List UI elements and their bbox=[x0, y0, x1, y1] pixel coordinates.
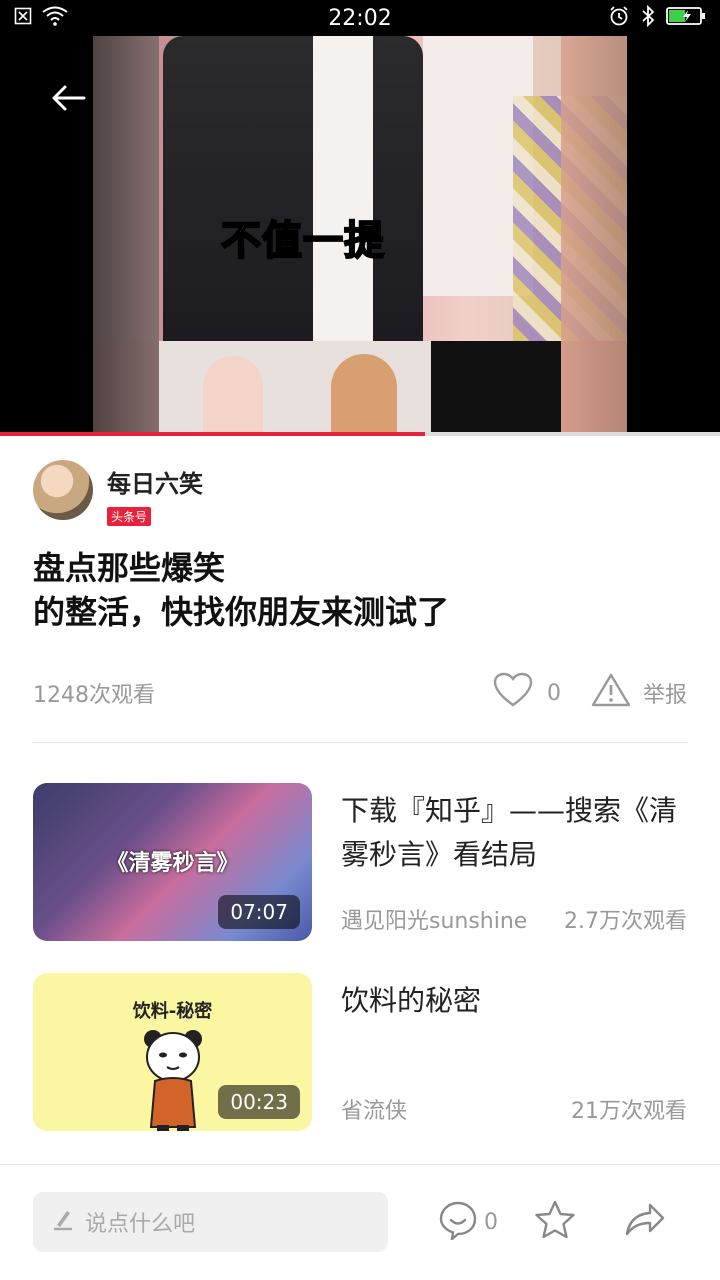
status-bar: 22:02 bbox=[0, 0, 720, 36]
warning-icon bbox=[591, 672, 631, 714]
bottom-bar-divider bbox=[0, 1164, 720, 1165]
star-icon bbox=[534, 1200, 576, 1244]
video-dark-panel bbox=[431, 341, 561, 432]
video-title: 盘点那些爆笑 的整活，快找你朋友来测试了 bbox=[33, 546, 693, 634]
back-arrow-icon bbox=[50, 84, 86, 116]
related-video-title[interactable]: 下载『知乎』——搜索《清雾秒言》看结局 bbox=[341, 789, 687, 877]
section-divider bbox=[33, 742, 687, 743]
video-blur-left bbox=[93, 36, 159, 432]
related-video-thumbnail[interactable]: 《清雾秒言》 07:07 bbox=[33, 783, 312, 941]
video-face-left bbox=[203, 356, 263, 432]
pen-icon bbox=[51, 1207, 75, 1237]
view-count: 1248次观看 bbox=[33, 683, 155, 708]
author-badge: 头条号 bbox=[107, 507, 152, 526]
close-notification-icon bbox=[14, 7, 32, 29]
video-caption: 不值一提 bbox=[220, 217, 385, 265]
video-duration: 00:23 bbox=[218, 1085, 300, 1119]
share-icon bbox=[624, 1202, 666, 1242]
comment-button[interactable]: 0 bbox=[438, 1200, 498, 1244]
heart-icon bbox=[493, 672, 533, 714]
like-button[interactable]: 0 bbox=[493, 672, 591, 714]
video-frame[interactable]: 不值一提 bbox=[93, 36, 627, 432]
related-video-views: 21万次观看 bbox=[571, 1099, 687, 1124]
report-button[interactable]: 举报 bbox=[591, 672, 687, 714]
back-button[interactable] bbox=[44, 76, 92, 124]
video-title-line2: 的整活，快找你朋友来测试了 bbox=[33, 593, 450, 631]
panda-meme-illustration bbox=[144, 1030, 202, 1131]
favorite-button[interactable] bbox=[534, 1200, 576, 1244]
video-scarf bbox=[313, 36, 373, 341]
video-progress-fill bbox=[0, 432, 425, 436]
related-video-item[interactable]: 饮料-秘密 00:23 饮料的秘密 省流侠 21万次观看 bbox=[33, 973, 687, 1131]
related-video-views: 2.7万次观看 bbox=[564, 909, 687, 934]
alarm-icon bbox=[608, 5, 630, 31]
comment-placeholder: 说点什么吧 bbox=[85, 1212, 196, 1237]
related-video-thumbnail[interactable]: 饮料-秘密 00:23 bbox=[33, 973, 312, 1131]
author-avatar[interactable] bbox=[33, 460, 93, 520]
related-video-author: 遇见阳光sunshine bbox=[341, 909, 528, 934]
video-person bbox=[163, 36, 423, 341]
video-player[interactable]: 不值一提 22:02 bbox=[0, 0, 720, 432]
like-count: 0 bbox=[546, 680, 561, 706]
wifi-icon bbox=[42, 6, 68, 30]
related-video-meta: 省流侠 21万次观看 bbox=[341, 1093, 687, 1125]
author-row[interactable]: 每日六笑 头条号 bbox=[33, 460, 203, 526]
bluetooth-icon bbox=[640, 4, 656, 31]
video-title-line1: 盘点那些爆笑 bbox=[33, 549, 226, 587]
related-video-author: 省流侠 bbox=[341, 1099, 408, 1124]
video-detail-page: 不值一提 22:02 每日六笑 头条号 盘点那些爆笑 的整活，快找你朋友来测试了… bbox=[0, 0, 720, 1280]
author-name[interactable]: 每日六笑 bbox=[107, 464, 203, 499]
video-blur-right bbox=[561, 36, 627, 432]
stats-row: 1248次观看 0 举报 bbox=[33, 668, 687, 718]
video-face-right bbox=[331, 354, 397, 432]
battery-icon bbox=[666, 6, 706, 30]
thumbnail-text: 饮料-秘密 bbox=[132, 1001, 213, 1022]
report-label: 举报 bbox=[642, 683, 687, 708]
bottom-actions: 0 bbox=[438, 1196, 678, 1248]
thumbnail-text: 《清雾秒言》 bbox=[106, 851, 239, 876]
related-video-item[interactable]: 《清雾秒言》 07:07 下载『知乎』——搜索《清雾秒言》看结局 遇见阳光sun… bbox=[33, 783, 687, 941]
status-bar-right bbox=[608, 4, 706, 31]
video-progress-bar[interactable] bbox=[0, 432, 720, 436]
video-duration: 07:07 bbox=[218, 895, 300, 929]
author-info: 每日六笑 头条号 bbox=[107, 464, 203, 526]
comment-icon bbox=[438, 1200, 478, 1244]
share-button[interactable] bbox=[624, 1202, 666, 1242]
comment-count: 0 bbox=[484, 1209, 498, 1235]
related-video-meta: 遇见阳光sunshine 2.7万次观看 bbox=[341, 903, 687, 935]
stats-actions: 0 举报 bbox=[493, 672, 687, 714]
comment-input[interactable]: 说点什么吧 bbox=[33, 1192, 388, 1252]
status-bar-left bbox=[14, 6, 68, 30]
related-video-title[interactable]: 饮料的秘密 bbox=[341, 979, 687, 1023]
